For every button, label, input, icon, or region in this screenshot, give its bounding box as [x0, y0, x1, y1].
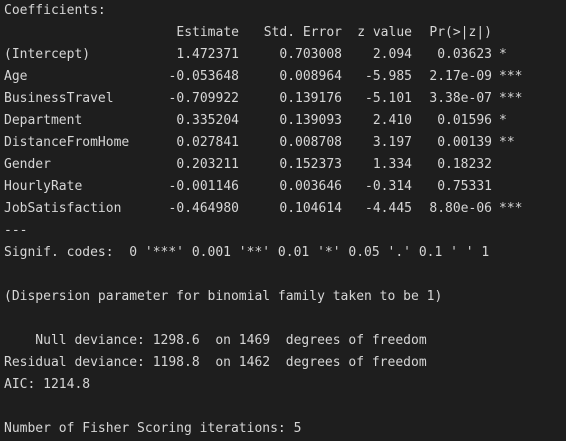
- p-value: 0.03623: [437, 47, 492, 62]
- significance-stars: *: [499, 47, 507, 62]
- std-error-value: 0.008964: [279, 69, 342, 84]
- p-value: 0.01596: [437, 113, 492, 128]
- estimate-value: -0.464980: [168, 201, 239, 216]
- p-value: 0.00139: [437, 135, 492, 150]
- estimate-value: 0.203211: [176, 157, 239, 172]
- fisher-iterations-line: Number of Fisher Scoring iterations: 5: [4, 421, 302, 436]
- z-value: -0.314: [365, 179, 412, 194]
- estimate-value: -0.053648: [168, 69, 239, 84]
- term-name: BusinessTravel: [4, 91, 114, 106]
- term-name: Gender: [4, 157, 51, 172]
- signif-codes-line: Signif. codes: 0 '***' 0.001 '**' 0.01 '…: [4, 245, 490, 260]
- dispersion-line: (Dispersion parameter for binomial famil…: [4, 289, 443, 304]
- residual-deviance-line: Residual deviance: 1198.8 on 1462 degree…: [4, 355, 427, 370]
- console-output: Coefficients: Estimate Std. Error z valu…: [0, 0, 566, 441]
- significance-stars: ***: [499, 201, 523, 216]
- separator-line: ---: [4, 223, 28, 238]
- significance-stars: [492, 154, 559, 176]
- z-value: 2.410: [372, 113, 412, 128]
- term-name: JobSatisfaction: [4, 201, 122, 216]
- z-value: -5.101: [365, 91, 412, 106]
- term-name: HourlyRate: [4, 179, 83, 194]
- p-value: 8.80e-06: [429, 201, 492, 216]
- coefficients-table: Estimate Std. Error z value Pr(>|z|) (In…: [4, 22, 559, 220]
- std-error-value: 0.003646: [279, 179, 342, 194]
- estimate-value: 0.335204: [176, 113, 239, 128]
- table-row: DistanceFromHome 0.027841 0.008708 3.197…: [4, 132, 559, 154]
- coefficients-heading: Coefficients:: [4, 3, 106, 18]
- header-estimate: Estimate: [176, 25, 239, 40]
- estimate-value: 0.027841: [176, 135, 239, 150]
- std-error-value: 0.139176: [279, 91, 342, 106]
- header-std-error: Std. Error: [263, 25, 342, 40]
- estimate-value: -0.709922: [168, 91, 239, 106]
- significance-stars: **: [499, 135, 515, 150]
- table-row: BusinessTravel -0.709922 0.139176 -5.101…: [4, 88, 559, 110]
- significance-stars: [492, 176, 559, 198]
- header-significance: [492, 22, 559, 44]
- p-value: 3.38e-07: [429, 91, 492, 106]
- table-row: Department 0.335204 0.139093 2.410 0.015…: [4, 110, 559, 132]
- std-error-value: 0.008708: [279, 135, 342, 150]
- std-error-value: 0.104614: [279, 201, 342, 216]
- table-row: Gender 0.203211 0.152373 1.334 0.18232: [4, 154, 559, 176]
- table-row: Age -0.053648 0.008964 -5.985 2.17e-09 *…: [4, 66, 559, 88]
- estimate-value: 1.472371: [176, 47, 239, 62]
- z-value: 3.197: [372, 135, 412, 150]
- significance-stars: ***: [499, 69, 523, 84]
- coefficients-header-row: Estimate Std. Error z value Pr(>|z|): [4, 22, 559, 44]
- header-z-value: z value: [357, 25, 412, 40]
- z-value: -5.985: [365, 69, 412, 84]
- coefficients-body: (Intercept) 1.472371 0.703008 2.094 0.03…: [4, 44, 559, 220]
- table-row: HourlyRate -0.001146 0.003646 -0.314 0.7…: [4, 176, 559, 198]
- header-p-value: Pr(>|z|): [429, 25, 492, 40]
- p-value: 2.17e-09: [429, 69, 492, 84]
- significance-stars: ***: [499, 91, 523, 106]
- term-name: Department: [4, 113, 83, 128]
- term-name: Age: [4, 69, 28, 84]
- std-error-value: 0.703008: [279, 47, 342, 62]
- z-value: 1.334: [372, 157, 412, 172]
- aic-line: AIC: 1214.8: [4, 377, 91, 392]
- estimate-value: -0.001146: [168, 179, 239, 194]
- term-name: (Intercept): [4, 47, 91, 62]
- table-row: JobSatisfaction -0.464980 0.104614 -4.44…: [4, 198, 559, 220]
- z-value: -4.445: [365, 201, 412, 216]
- table-row: (Intercept) 1.472371 0.703008 2.094 0.03…: [4, 44, 559, 66]
- std-error-value: 0.139093: [279, 113, 342, 128]
- significance-stars: *: [499, 113, 507, 128]
- z-value: 2.094: [372, 47, 412, 62]
- null-deviance-line: Null deviance: 1298.6 on 1469 degrees of…: [4, 333, 427, 348]
- p-value: 0.75331: [437, 179, 492, 194]
- p-value: 0.18232: [437, 157, 492, 172]
- std-error-value: 0.152373: [279, 157, 342, 172]
- term-name: DistanceFromHome: [4, 135, 130, 150]
- header-term: [4, 22, 143, 44]
